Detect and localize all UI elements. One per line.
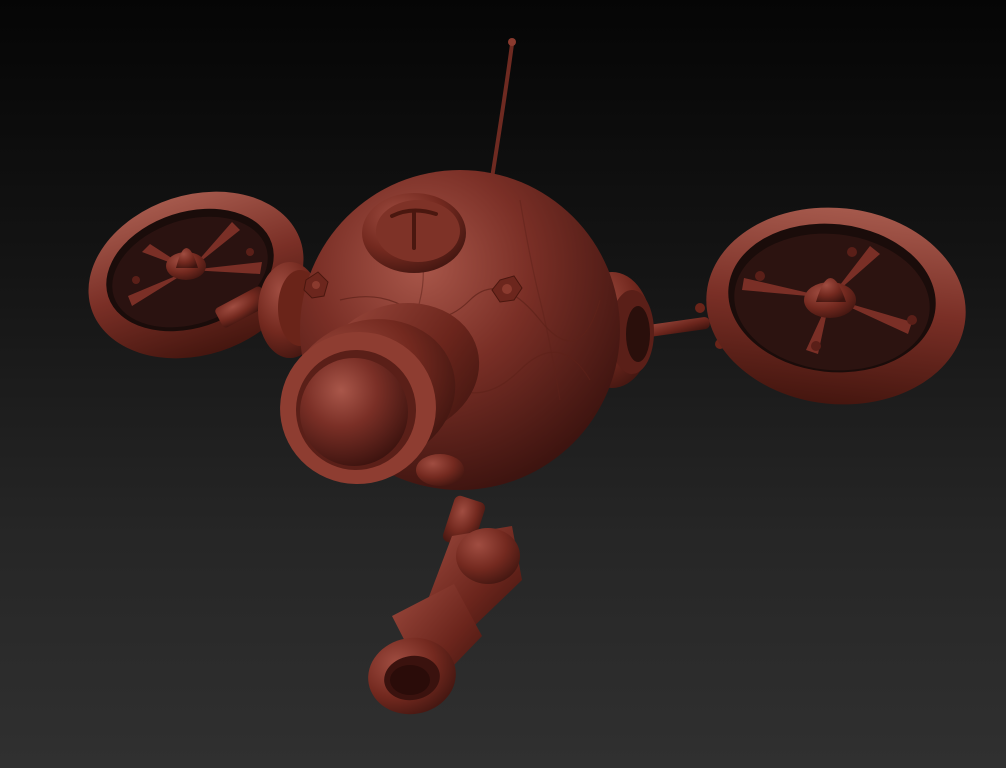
right-rotor (706, 207, 966, 405)
sculpt-viewport[interactable] (0, 0, 1006, 768)
cannon (368, 526, 522, 715)
antenna (490, 38, 516, 180)
emblem-disc (362, 193, 466, 273)
drone-model (88, 38, 966, 715)
